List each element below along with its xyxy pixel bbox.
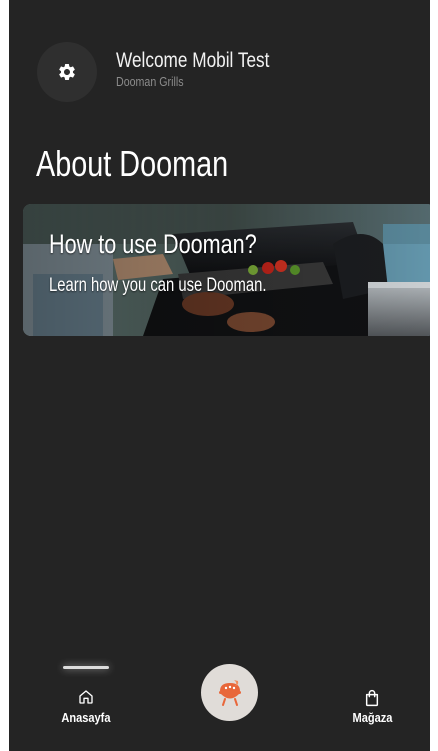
home-icon — [79, 690, 93, 704]
header: Welcome Mobil Test Dooman Grills — [37, 42, 303, 102]
nav-home[interactable]: Anasayfa — [41, 661, 131, 725]
welcome-title: Welcome Mobil Test — [116, 49, 270, 72]
welcome-block: Welcome Mobil Test Dooman Grills — [116, 48, 303, 90]
gear-icon — [59, 63, 75, 80]
center-grill-button[interactable] — [201, 664, 258, 721]
brand-subtitle: Dooman Grills — [116, 74, 184, 89]
shopping-bag-icon — [365, 690, 379, 707]
settings-button[interactable] — [37, 42, 97, 102]
page-title: About Dooman — [36, 143, 229, 184]
card-subtitle: Learn how you can use Dooman. — [49, 275, 267, 296]
how-to-use-card[interactable]: How to use Dooman? Learn how you can use… — [23, 204, 430, 336]
nav-store-label: Mağaza — [352, 710, 392, 725]
nav-store[interactable]: Mağaza — [337, 661, 407, 725]
nav-home-label: Anasayfa — [61, 710, 111, 725]
active-indicator — [63, 666, 109, 669]
grill-logo-icon — [218, 679, 241, 706]
app-screen: Welcome Mobil Test Dooman Grills About D… — [9, 0, 430, 751]
card-overlay — [23, 204, 430, 336]
card-title: How to use Dooman? — [49, 229, 257, 259]
